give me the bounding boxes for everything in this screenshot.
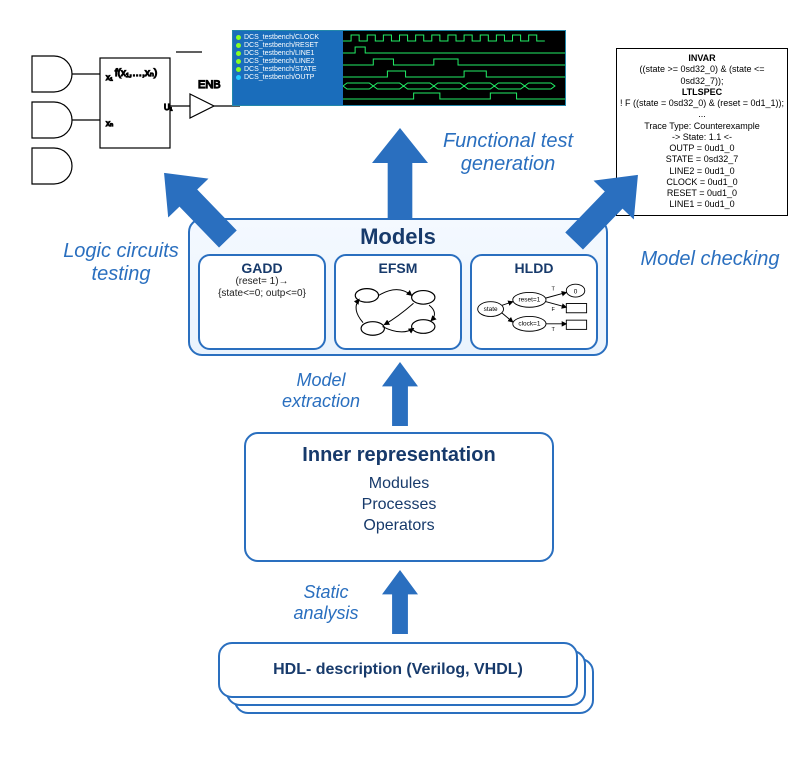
mc-line: LINE2 = 0ud1_0 (619, 166, 785, 177)
arrow-up-icon (382, 362, 418, 426)
svg-text:xₙ: xₙ (106, 119, 113, 128)
waveform-signal-name: DCS_testbench/RESET (244, 42, 318, 49)
svg-text:T: T (552, 287, 556, 293)
model-hldd: HLDD state reset=1 (470, 254, 598, 350)
svg-text:0: 0 (574, 288, 578, 295)
models-title: Models (198, 224, 598, 250)
svg-text:clock=1: clock=1 (518, 321, 540, 328)
waveform-viewer: DCS_testbench/CLOCK DCS_testbench/RESET … (232, 30, 566, 106)
mc-line: STATE = 0sd32_7 (619, 154, 785, 165)
mc-line: ! F ((state = 0sd32_0) & (reset = 0d1_1)… (619, 98, 785, 109)
mc-line: CLOCK = 0ud1_0 (619, 177, 785, 188)
svg-text:x₁: x₁ (106, 73, 113, 82)
mc-line: ... (619, 109, 785, 120)
waveform-signal-name: DCS_testbench/LINE1 (244, 50, 314, 57)
svg-text:T: T (552, 327, 556, 333)
arrow-up-icon (382, 570, 418, 634)
inner-rep-line: Operators (246, 517, 552, 535)
mc-line: Trace Type: Counterexample (619, 121, 785, 132)
waveform-traces (343, 31, 565, 105)
model-gadd-line: {state<=0; outp<=0} (202, 288, 322, 300)
label-static-analysis: Static analysis (278, 582, 374, 623)
inner-rep-line: Modules (246, 475, 552, 493)
mc-line: OUTP = 0ud1_0 (619, 143, 785, 154)
model-gadd-line: (reset= 1)→ (202, 276, 322, 288)
mc-ltlspec-keyword: LTLSPEC (619, 87, 785, 98)
svg-text:reset=1: reset=1 (519, 297, 541, 304)
model-gadd-title: GADD (202, 260, 322, 276)
model-efsm-title: EFSM (338, 260, 458, 276)
logic-circuit-diagram: f(x₁,…,xₙ) x₁ xₙ U₁ ENB (26, 48, 256, 188)
label-func-test-gen: Functional test generation (418, 130, 598, 176)
waveform-signal-name: DCS_testbench/CLOCK (244, 34, 319, 41)
mc-line: -> State: 1.1 <- (619, 132, 785, 143)
hdl-card-front: HDL- description (Verilog, VHDL) (218, 642, 578, 698)
mc-line: RESET = 0ud1_0 (619, 188, 785, 199)
label-model-extraction: Model extraction (266, 370, 376, 411)
models-box: Models GADD (reset= 1)→ {state<=0; outp<… (188, 218, 608, 356)
mc-invar-keyword: INVAR (619, 53, 785, 64)
inner-representation-box: Inner representation Modules Processes O… (244, 432, 554, 562)
mc-line: LINE1 = 0ud1_0 (619, 199, 785, 210)
model-checking-output: INVAR ((state >= 0sd32_0) & (state <= 0s… (616, 48, 788, 216)
inner-rep-title: Inner representation (246, 444, 552, 467)
waveform-signal-list: DCS_testbench/CLOCK DCS_testbench/RESET … (233, 31, 343, 105)
circuit-fbox-label: f(x₁,…,xₙ) (115, 68, 157, 79)
svg-text:F: F (552, 307, 556, 313)
label-model-checking: Model checking (640, 248, 780, 271)
model-hldd-title: HLDD (474, 260, 594, 276)
label-logic-testing: Logic circuits testing (46, 240, 196, 286)
model-efsm: EFSM (334, 254, 462, 350)
inner-rep-line: Processes (246, 496, 552, 514)
model-gadd: GADD (reset= 1)→ {state<=0; outp<=0} (198, 254, 326, 350)
waveform-signal-name: DCS_testbench/LINE2 (244, 58, 314, 65)
waveform-signal-name: DCS_testbench/STATE (244, 66, 317, 73)
hdl-title: HDL- description (Verilog, VHDL) (273, 661, 523, 679)
circuit-enb-label: ENB (198, 79, 221, 91)
mc-line: ((state >= 0sd32_0) & (state <= 0sd32_7)… (619, 64, 785, 87)
svg-text:U₁: U₁ (164, 103, 173, 112)
waveform-signal-name: DCS_testbench/OUTP (244, 74, 314, 81)
svg-text:state: state (484, 306, 498, 313)
